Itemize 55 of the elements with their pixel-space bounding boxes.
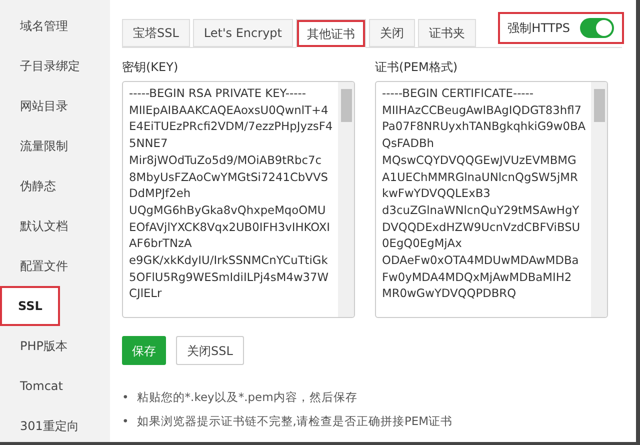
sidebar-item[interactable]: 301重定向	[0, 406, 110, 445]
field-label: 密钥(KEY)	[122, 59, 178, 76]
text-area[interactable]	[375, 81, 608, 318]
sidebar-item[interactable]: 网站目录	[0, 86, 110, 126]
sidebar-item[interactable]: 伪静态	[0, 166, 110, 206]
text-line: MIIEpAIBAAKCAQEAoxsU0QwnlT+4	[129, 102, 330, 118]
text-line: E4EiTUEzPRcfi2VDM/7ezzPHpJyzsF4	[129, 118, 332, 136]
tab[interactable]: 证书夹	[418, 19, 476, 47]
text-line: Fw0yMDA4MDQxMjAwMDBaMIH2	[382, 268, 573, 286]
sidebar-item[interactable]: PHP版本	[0, 326, 110, 366]
text-line: MQswCQYDVQQGEwJVUzEVMBMG	[382, 152, 578, 169]
text-line: DdMPJf2eh	[129, 185, 192, 202]
tab[interactable]: 关闭	[369, 19, 415, 47]
text-line: 0EgQ0EgMjAx	[382, 235, 463, 252]
text-line: QsFADBh	[382, 135, 436, 152]
sidebar-item[interactable]: SSL	[0, 286, 60, 326]
text-line: AF6brTNzA	[129, 235, 193, 252]
text-line: kwFwYDVQQLExB3	[382, 185, 492, 202]
tab[interactable]: Let's Encrypt	[192, 19, 293, 47]
sidebar-item[interactable]: 配置文件	[0, 246, 110, 286]
text-line: ODAeFw0xOTA4MDUwMDAwMDBa	[382, 252, 580, 269]
note-text: 如果浏览器提示证书链不完整,请检查是否正确拼接PEM证书	[136, 413, 453, 430]
toggle-label: 强制HTTPS	[508, 20, 570, 37]
scrollbar[interactable]	[591, 82, 607, 317]
text-line: A1UEChMMRGlnaUNlcnQgSW5jMR	[382, 168, 579, 186]
text-line: UQgMG6hByGka8vQhxpeMqoOMU	[129, 202, 327, 219]
sidebar-item[interactable]: 子目录绑定	[0, 46, 110, 86]
scrollbar[interactable]	[338, 82, 354, 317]
text-line: MR0wGwYDVQQPDBRQ	[382, 285, 518, 302]
field-label: 证书(PEM格式)	[375, 59, 458, 76]
sidebar-item[interactable]: Tomcat	[0, 366, 110, 406]
text-line: CJlELr	[129, 285, 163, 302]
text-line: d3cuZGlnaWNlcnQuY29tMSAwHgY	[382, 202, 580, 219]
text-line: -----BEGIN CERTIFICATE-----	[382, 85, 535, 102]
sidebar-item[interactable]: 默认文档	[0, 206, 110, 246]
text-line: e9GK/xkKdyIU/IrkSSNMCnYCuTtiGk	[129, 252, 329, 269]
text-area[interactable]	[122, 81, 355, 318]
bullet: •	[122, 389, 129, 406]
sidebar-item[interactable]: 域名管理	[0, 6, 110, 46]
text-line: EOfAVjlYXCK8Vqx2UB0IFH3vIHKOXI	[129, 218, 332, 236]
note-text: 粘贴您的*.key以及*.pem内容，然后保存	[136, 389, 358, 406]
bullet: •	[122, 413, 129, 430]
toggle-switch[interactable]	[580, 18, 614, 38]
close-ssl-button[interactable]: 关闭SSL	[176, 336, 244, 365]
text-line: -----BEGIN RSA PRIVATE KEY-----	[129, 85, 307, 102]
text-line: 5NNE7	[129, 135, 169, 152]
text-line: Pa07F8NRUyxhTANBgkqhkiG9w0BA	[382, 118, 585, 136]
tab[interactable]: 宝塔SSL	[122, 19, 190, 47]
sidebar-item[interactable]: 流量限制	[0, 126, 110, 166]
text-line: DVQQDExdHZW9UcnVzdCBFViBSU	[382, 218, 582, 236]
text-line: 8MbyUsFZAoCwYMGtSi7241CbVVS	[129, 168, 329, 186]
text-line: Mir8jWOdTuZo5d9/MOiAB9tRbc7c	[129, 152, 323, 169]
text-line: 5OFlU5Rg9WESmIdiILPj4sM4w37W	[129, 268, 330, 286]
text-line: MIIHAzCCBeugAwIBAgIQDGT83hfl7	[382, 102, 583, 118]
tab[interactable]: 其他证书	[296, 19, 366, 48]
